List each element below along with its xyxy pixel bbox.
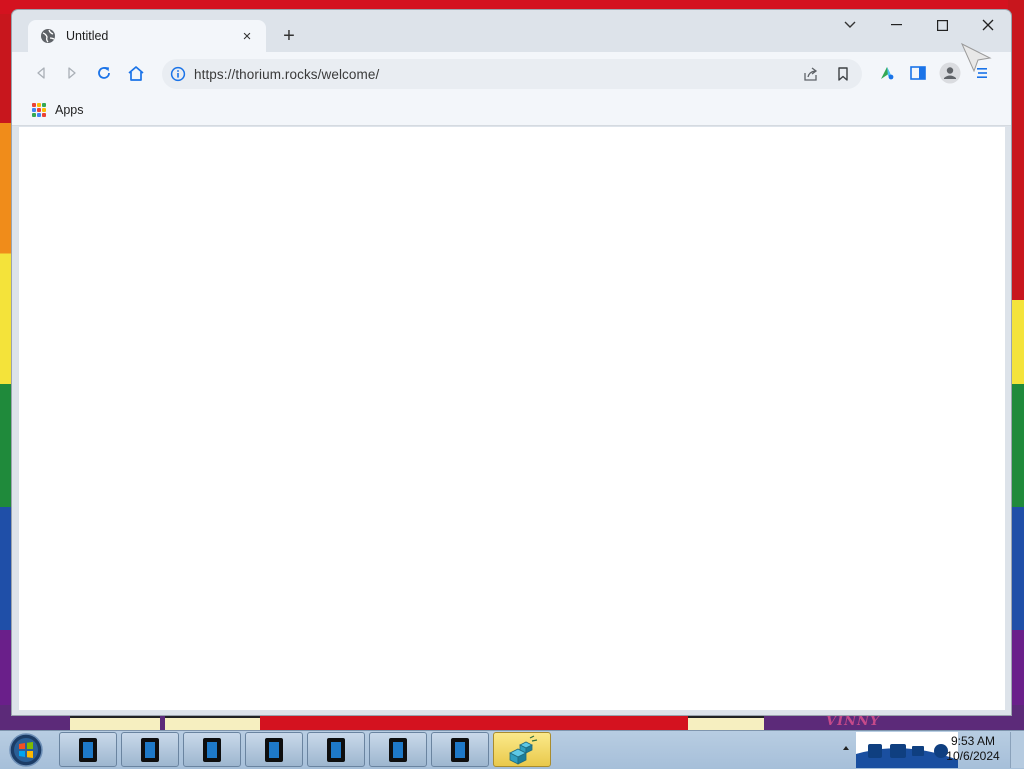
wallpaper-text: VINNY (826, 714, 881, 729)
close-window-button[interactable] (965, 10, 1011, 40)
window-app-icon (327, 737, 345, 762)
bookmark-icon (838, 67, 848, 81)
bookmark-button[interactable] (830, 61, 856, 87)
apps-grid-dot (42, 103, 46, 107)
window-app-icon (389, 737, 407, 762)
taskbar-button[interactable] (369, 732, 427, 767)
display-icon (890, 744, 906, 758)
apps-grid-dot (32, 108, 36, 112)
battery-icon (912, 746, 924, 756)
window-app-icon (451, 737, 469, 762)
side-panel-icon (910, 66, 926, 80)
chevron-up-icon (843, 746, 849, 750)
apps-grid-dot (32, 103, 36, 107)
apps-grid-icon (32, 103, 46, 117)
window-controls (827, 10, 1011, 40)
extension-icon (881, 67, 894, 80)
wallpaper-red-band (260, 714, 700, 730)
taskbar-button[interactable] (431, 732, 489, 767)
taskbar-button[interactable] (245, 732, 303, 767)
forward-button[interactable] (59, 60, 85, 86)
taskbar-button[interactable] (59, 732, 117, 767)
browser-window: Untitled × + https://thorium.rocks/welco… (12, 10, 1011, 715)
home-button[interactable] (123, 60, 149, 86)
maximize-button[interactable] (919, 10, 965, 40)
window-app-icon (79, 737, 97, 762)
taskbar-clock[interactable]: 9:53 AM 10/6/2024 (938, 731, 1008, 767)
taskbar-button[interactable] (121, 732, 179, 767)
bookmarks-bar: Apps (12, 94, 1011, 126)
window-app-icon (141, 737, 159, 762)
minimize-button[interactable] (873, 10, 919, 40)
apps-shortcut[interactable]: Apps (32, 100, 84, 120)
profile-icon (939, 62, 961, 84)
share-icon (804, 67, 818, 81)
apps-grid-dot (32, 113, 36, 117)
tab-strip: Untitled × + (12, 10, 1011, 52)
window-app-icon (203, 737, 221, 762)
page-content[interactable] (19, 127, 1005, 710)
clock-time: 9:53 AM (950, 734, 996, 748)
tab-untitled[interactable]: Untitled × (28, 20, 266, 52)
browser-toolbar: https://thorium.rocks/welcome/ (12, 52, 1011, 94)
home-icon (128, 65, 144, 81)
show-desktop-button[interactable] (1010, 732, 1024, 768)
cube-app-icon (509, 734, 538, 765)
apps-grid-dot (37, 108, 41, 112)
network-icon (868, 744, 882, 758)
address-bar[interactable]: https://thorium.rocks/welcome/ (162, 59, 862, 89)
back-arrow-icon (37, 67, 45, 79)
apps-grid-dot (37, 113, 41, 117)
mouse-cursor-icon (960, 42, 992, 72)
close-tab-button[interactable]: × (238, 27, 256, 45)
reload-icon (98, 67, 110, 79)
close-icon (982, 19, 994, 31)
chevron-down-icon (844, 21, 856, 28)
tab-search-button[interactable] (827, 10, 873, 40)
apps-label: Apps (55, 103, 84, 117)
side-panel-button[interactable] (905, 60, 931, 86)
reload-button[interactable] (91, 60, 117, 86)
taskbar-button[interactable] (307, 732, 365, 767)
forward-arrow-icon (68, 67, 76, 79)
maximize-icon (936, 19, 948, 31)
window-app-icon (265, 737, 283, 762)
tab-title: Untitled (66, 29, 109, 43)
minimize-icon (890, 24, 902, 26)
info-icon[interactable] (170, 66, 186, 82)
apps-grid-dot (42, 113, 46, 117)
apps-grid-dot (42, 108, 46, 112)
apps-grid-dot (37, 103, 41, 107)
taskbar: 9:53 AM 10/6/2024 (0, 730, 1024, 769)
new-tab-button[interactable]: + (276, 24, 302, 48)
url-text[interactable]: https://thorium.rocks/welcome/ (194, 67, 798, 82)
globe-icon (41, 29, 55, 43)
taskbar-button-active[interactable] (493, 732, 551, 767)
start-button[interactable] (6, 732, 46, 768)
back-button[interactable] (28, 60, 54, 86)
clock-date: 10/6/2024 (946, 749, 1000, 763)
share-button[interactable] (798, 61, 824, 87)
show-hidden-icons-button[interactable] (842, 744, 852, 756)
taskbar-button[interactable] (183, 732, 241, 767)
extensions-button[interactable] (874, 60, 900, 86)
